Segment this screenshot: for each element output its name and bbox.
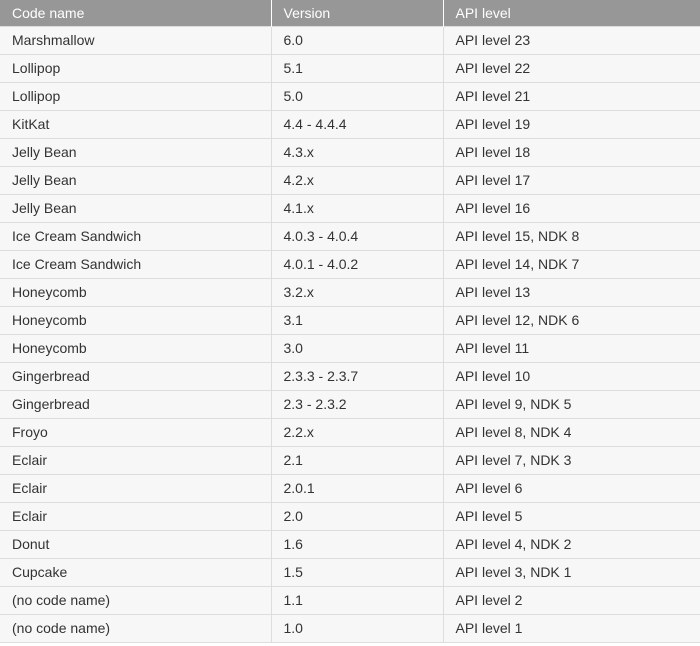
table-row: Donut 1.6 API level 4, NDK 2 xyxy=(0,529,700,558)
cell-code-name: Jelly Bean xyxy=(0,193,272,222)
cell-version: 4.0.3 - 4.0.4 xyxy=(271,221,444,250)
cell-api-level: API level 1 xyxy=(443,613,700,643)
cell-api-level: API level 14, NDK 7 xyxy=(443,249,700,278)
table-row: Gingerbread 2.3.3 - 2.3.7 API level 10 xyxy=(0,361,700,390)
cell-version: 6.0 xyxy=(271,25,444,54)
cell-version: 5.0 xyxy=(271,81,444,110)
cell-api-level: API level 21 xyxy=(443,81,700,110)
cell-api-level: API level 13 xyxy=(443,277,700,306)
cell-version: 4.0.1 - 4.0.2 xyxy=(271,249,444,278)
cell-api-level: API level 9, NDK 5 xyxy=(443,389,700,418)
table-row: Honeycomb 3.0 API level 11 xyxy=(0,333,700,362)
cell-code-name: KitKat xyxy=(0,109,272,138)
cell-api-level: API level 22 xyxy=(443,53,700,82)
cell-api-level: API level 3, NDK 1 xyxy=(443,557,700,586)
cell-version: 1.1 xyxy=(271,585,444,614)
cell-version: 2.3 - 2.3.2 xyxy=(271,389,444,418)
cell-api-level: API level 8, NDK 4 xyxy=(443,417,700,446)
cell-code-name: Eclair xyxy=(0,501,272,530)
header-version: Version xyxy=(271,0,444,26)
cell-version: 3.1 xyxy=(271,305,444,334)
cell-code-name: Donut xyxy=(0,529,272,558)
table-row: Eclair 2.1 API level 7, NDK 3 xyxy=(0,445,700,474)
cell-code-name: Jelly Bean xyxy=(0,137,272,166)
table-row: Honeycomb 3.2.x API level 13 xyxy=(0,277,700,306)
cell-version: 2.0 xyxy=(271,501,444,530)
android-versions-table: Code name Version API level Marshmallow 6… xyxy=(0,0,700,643)
table-row: Marshmallow 6.0 API level 23 xyxy=(0,25,700,54)
cell-code-name: Lollipop xyxy=(0,81,272,110)
cell-api-level: API level 15, NDK 8 xyxy=(443,221,700,250)
table-row: Lollipop 5.1 API level 22 xyxy=(0,53,700,82)
cell-version: 4.2.x xyxy=(271,165,444,194)
header-code-name: Code name xyxy=(0,0,272,26)
cell-version: 3.2.x xyxy=(271,277,444,306)
cell-version: 2.1 xyxy=(271,445,444,474)
cell-api-level: API level 19 xyxy=(443,109,700,138)
cell-code-name: Honeycomb xyxy=(0,333,272,362)
table-row: Ice Cream Sandwich 4.0.1 - 4.0.2 API level… xyxy=(0,249,700,278)
table-row: Jelly Bean 4.3.x API level 18 xyxy=(0,137,700,166)
cell-api-level: API level 4, NDK 2 xyxy=(443,529,700,558)
cell-code-name: Eclair xyxy=(0,445,272,474)
table-header: Code name Version API level xyxy=(0,0,700,26)
cell-version: 1.0 xyxy=(271,613,444,643)
cell-api-level: API level 18 xyxy=(443,137,700,166)
cell-code-name: Ice Cream Sandwich xyxy=(0,221,272,250)
cell-version: 2.3.3 - 2.3.7 xyxy=(271,361,444,390)
cell-code-name: (no code name) xyxy=(0,613,272,643)
table-body: Marshmallow 6.0 API level 23 Lollipop 5.1 API… xyxy=(0,25,700,643)
cell-api-level: API level 16 xyxy=(443,193,700,222)
cell-version: 3.0 xyxy=(271,333,444,362)
cell-api-level: API level 17 xyxy=(443,165,700,194)
cell-api-level: API level 10 xyxy=(443,361,700,390)
cell-code-name: Eclair xyxy=(0,473,272,502)
table-row: Froyo 2.2.x API level 8, NDK 4 xyxy=(0,417,700,446)
cell-code-name: Honeycomb xyxy=(0,305,272,334)
cell-version: 4.1.x xyxy=(271,193,444,222)
table-row: Cupcake 1.5 API level 3, NDK 1 xyxy=(0,557,700,586)
table-row: (no code name) 1.0 API level 1 xyxy=(0,613,700,643)
cell-version: 1.6 xyxy=(271,529,444,558)
cell-version: 1.5 xyxy=(271,557,444,586)
cell-api-level: API level 11 xyxy=(443,333,700,362)
cell-code-name: Honeycomb xyxy=(0,277,272,306)
table-row: Jelly Bean 4.1.x API level 16 xyxy=(0,193,700,222)
header-row: Code name Version API level xyxy=(0,0,700,26)
table-row: Honeycomb 3.1 API level 12, NDK 6 xyxy=(0,305,700,334)
cell-code-name: Gingerbread xyxy=(0,361,272,390)
cell-api-level: API level 23 xyxy=(443,25,700,54)
header-api-level: API level xyxy=(443,0,700,26)
table-row: Lollipop 5.0 API level 21 xyxy=(0,81,700,110)
table-row: Ice Cream Sandwich 4.0.3 - 4.0.4 API level… xyxy=(0,221,700,250)
cell-api-level: API level 12, NDK 6 xyxy=(443,305,700,334)
cell-api-level: API level 5 xyxy=(443,501,700,530)
cell-version: 5.1 xyxy=(271,53,444,82)
cell-code-name: (no code name) xyxy=(0,585,272,614)
cell-version: 4.4 - 4.4.4 xyxy=(271,109,444,138)
cell-version: 2.2.x xyxy=(271,417,444,446)
table-row: Eclair 2.0 API level 5 xyxy=(0,501,700,530)
cell-code-name: Gingerbread xyxy=(0,389,272,418)
cell-version: 4.3.x xyxy=(271,137,444,166)
cell-code-name: Cupcake xyxy=(0,557,272,586)
table-row: KitKat 4.4 - 4.4.4 API level 19 xyxy=(0,109,700,138)
table-row: Jelly Bean 4.2.x API level 17 xyxy=(0,165,700,194)
cell-code-name: Lollipop xyxy=(0,53,272,82)
table-row: Gingerbread 2.3 - 2.3.2 API level 9, NDK 5 xyxy=(0,389,700,418)
cell-code-name: Ice Cream Sandwich xyxy=(0,249,272,278)
cell-code-name: Jelly Bean xyxy=(0,165,272,194)
cell-api-level: API level 2 xyxy=(443,585,700,614)
table-row: Eclair 2.0.1 API level 6 xyxy=(0,473,700,502)
cell-api-level: API level 7, NDK 3 xyxy=(443,445,700,474)
cell-api-level: API level 6 xyxy=(443,473,700,502)
cell-code-name: Marshmallow xyxy=(0,25,272,54)
cell-version: 2.0.1 xyxy=(271,473,444,502)
cell-code-name: Froyo xyxy=(0,417,272,446)
table-row: (no code name) 1.1 API level 2 xyxy=(0,585,700,614)
